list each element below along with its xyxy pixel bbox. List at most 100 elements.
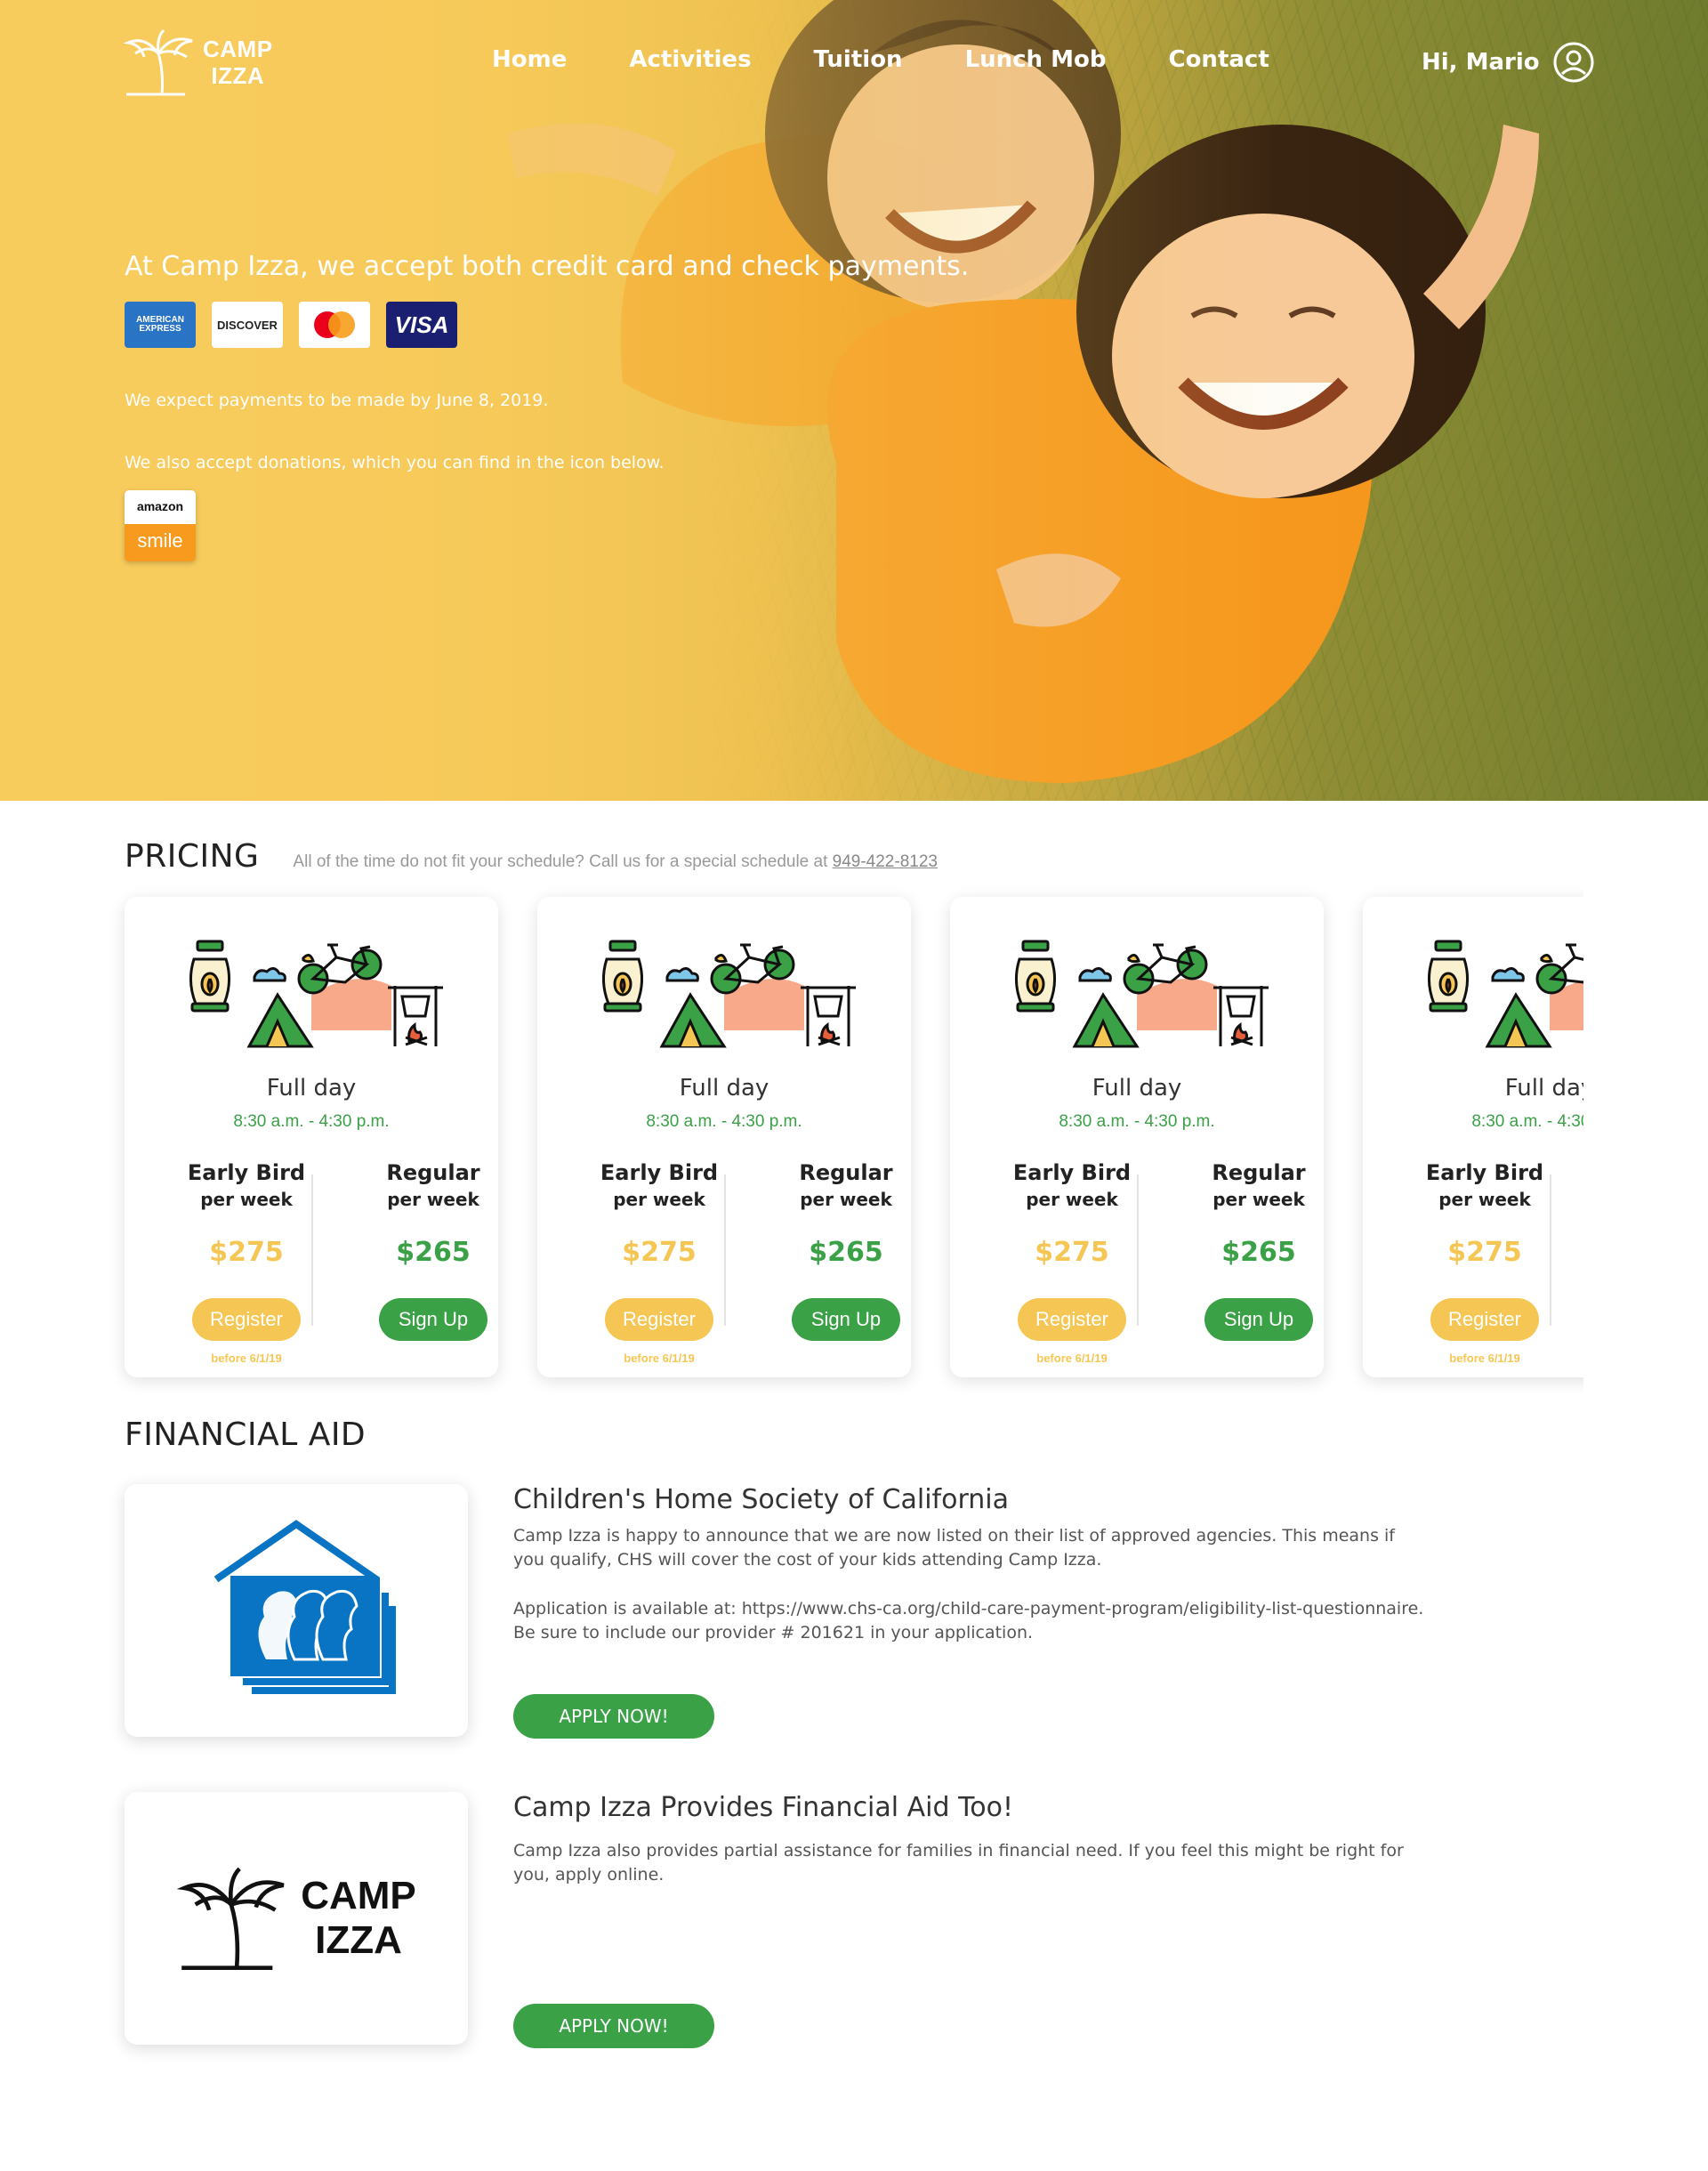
early-bird-title: Early Bird [1425,1160,1544,1185]
regular-sub: per week [800,1189,892,1210]
camp-izza-logo-line1: CAMP [301,1874,416,1917]
house-family-icon [214,1520,396,1694]
regular-title: Regular [799,1160,893,1185]
camp-izza-logo-line2: IZZA [315,1918,402,1962]
early-bird-sub: per week [200,1189,293,1210]
early-bird-price: $275 [209,1237,284,1268]
apply-now-button-chs[interactable]: APPLY NOW! [513,1694,714,1739]
amazon-label: amazon [125,490,196,524]
plan-hours: 8:30 a.m. - 4:30 p.m. [233,1112,390,1131]
camping-illustration [1428,940,1583,1048]
chs-paragraph-2: Application is available at: https://www… [513,1599,1424,1618]
donation-note: We also accept donations, which you can … [125,453,665,472]
price-card: Full day 8:30 a.m. - 4:30 p.m. Early Bir… [1363,897,1583,1377]
early-bird-column: Early Bird per week $275 Register before… [584,1160,735,1365]
regular-sub: per week [1213,1189,1305,1210]
hero-banner: CAMP IZZA Home Activities Tuition Lunch … [0,0,1708,801]
price-card: Full day 8:30 a.m. - 4:30 p.m. Early Bir… [125,897,498,1377]
user-greeting: Hi, Mario [1422,49,1540,76]
brand-line1: CAMP [203,36,273,62]
price-card: Full day 8:30 a.m. - 4:30 p.m. Early Bir… [537,897,911,1377]
camping-illustration [1015,940,1269,1048]
register-button[interactable]: Register [605,1298,713,1341]
regular-sub: per week [387,1189,479,1210]
sign-up-button[interactable]: Sign Up [1204,1298,1313,1341]
early-bird-price: $275 [1035,1237,1109,1268]
mastercard-icon [299,302,370,348]
plan-hours: 8:30 a.m. - 4:30 p.m. [1471,1112,1583,1131]
nav-lunch-mob[interactable]: Lunch Mob [965,46,1107,73]
early-bird-sub: per week [613,1189,705,1210]
nav-tuition[interactable]: Tuition [814,46,903,73]
payment-deadline: We expect payments to be made by June 8,… [125,391,549,410]
payment-info: At Camp Izza, we accept both credit card… [125,251,969,561]
camp-izza-logo: CAMP IZZA [125,1792,468,2045]
early-bird-sub: per week [1438,1189,1531,1210]
pricing-subtitle-text: All of the time do not fit your schedule… [293,852,833,871]
early-bird-title: Early Bird [600,1160,719,1185]
aid-item-camp-izza: CAMP IZZA Camp Izza Provides Financial A… [125,1792,1423,2050]
chs-paragraph-3: Be sure to include our provider # 201621… [513,1623,1034,1642]
price-card: Full day 8:30 a.m. - 4:30 p.m. Early Bir… [950,897,1324,1377]
palm-tree-icon [123,28,193,96]
early-bird-price: $275 [1447,1237,1522,1268]
chs-logo [125,1484,468,1737]
nav-contact[interactable]: Contact [1168,46,1269,73]
plan-name: Full day [679,1075,769,1102]
user-menu[interactable]: Hi, Mario [1422,41,1595,84]
early-bird-column: Early Bird per week $275 Register before… [1409,1160,1560,1365]
plan-name: Full day [1092,1075,1182,1102]
early-bird-price: $275 [622,1237,697,1268]
camp-izza-aid-paragraph: Camp Izza also provides partial assistan… [513,1841,1404,1884]
sign-up-button[interactable]: Sign Up [379,1298,487,1341]
amazon-smile-button[interactable]: amazon smile [125,490,196,561]
brand-logo[interactable]: CAMP IZZA [123,27,273,98]
plan-name: Full day [266,1075,357,1102]
early-bird-deadline: before 6/1/19 [211,1352,282,1365]
phone-link[interactable]: 949-422-8123 [833,852,938,871]
regular-price: $265 [1221,1237,1296,1268]
plan-hours: 8:30 a.m. - 4:30 p.m. [646,1112,802,1131]
early-bird-column: Early Bird per week $275 Register before… [996,1160,1148,1365]
payment-cards: AMERICAN EXPRESS DISCOVER VISA [125,302,969,348]
early-bird-sub: per week [1026,1189,1118,1210]
sign-up-button[interactable]: Sign Up [792,1298,900,1341]
chs-heading: Children's Home Society of California [513,1484,1010,1515]
financial-aid-title: FINANCIAL AID [125,1416,367,1453]
smile-label: smile [125,524,196,561]
chs-description: Children's Home Society of California Ca… [513,1484,1430,1645]
register-button[interactable]: Register [1018,1298,1126,1341]
camp-izza-aid-description: Camp Izza Provides Financial Aid Too! Ca… [513,1792,1430,1887]
pricing-subtitle: All of the time do not fit your schedule… [293,852,938,872]
regular-title: Regular [386,1160,480,1185]
user-avatar-icon[interactable] [1552,41,1595,84]
pricing-carousel[interactable]: Full day 8:30 a.m. - 4:30 p.m. Early Bir… [107,881,1583,1397]
nav-activities[interactable]: Activities [629,46,751,73]
palm-tree-icon [176,1867,285,1971]
early-bird-title: Early Bird [1012,1160,1132,1185]
top-nav: CAMP IZZA Home Activities Tuition Lunch … [0,0,1708,125]
early-bird-column: Early Bird per week $275 Register before… [171,1160,322,1365]
regular-column: Regular per week $265 Sign Up [358,1160,509,1341]
plan-hours: 8:30 a.m. - 4:30 p.m. [1059,1112,1215,1131]
pricing-title: PRICING [125,838,260,875]
discover-icon: DISCOVER [212,302,283,348]
early-bird-deadline: before 6/1/19 [1036,1352,1108,1365]
nav-home[interactable]: Home [492,46,567,73]
main-menu: Home Activities Tuition Lunch Mob Contac… [492,46,1332,73]
register-button[interactable]: Register [1430,1298,1539,1341]
plan-name: Full day [1504,1075,1583,1102]
brand-line2: IZZA [211,62,265,89]
early-bird-deadline: before 6/1/19 [624,1352,695,1365]
aid-item-chs: Children's Home Society of California Ca… [125,1484,1423,1742]
regular-price: $265 [396,1237,471,1268]
camping-illustration [189,940,443,1048]
apply-now-button-camp-izza[interactable]: APPLY NOW! [513,2004,714,2048]
pricing-header: PRICING All of the time do not fit your … [125,838,938,875]
register-button[interactable]: Register [192,1298,301,1341]
early-bird-title: Early Bird [187,1160,306,1185]
chs-paragraph-1: Camp Izza is happy to announce that we a… [513,1526,1395,1570]
amex-icon: AMERICAN EXPRESS [125,302,196,348]
early-bird-deadline: before 6/1/19 [1449,1352,1520,1365]
payment-title: At Camp Izza, we accept both credit card… [125,251,970,282]
